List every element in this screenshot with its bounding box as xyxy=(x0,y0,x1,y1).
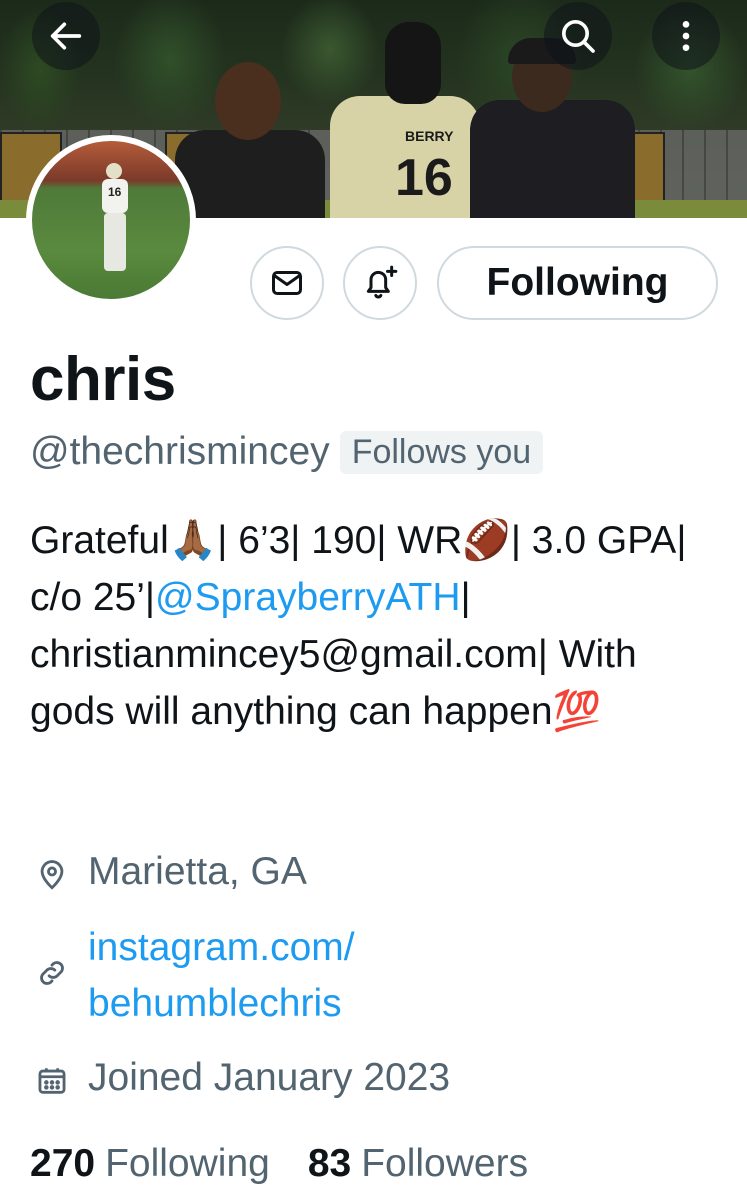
following-stat[interactable]: 270 Following xyxy=(30,1142,270,1186)
message-button[interactable] xyxy=(250,246,324,320)
website-link-line1[interactable]: instagram.com/ xyxy=(88,920,355,976)
notifications-button[interactable] xyxy=(343,246,417,320)
avatar-player-head xyxy=(106,163,122,179)
location-text: Marietta, GA xyxy=(88,850,307,893)
banner-jersey-number: 16 xyxy=(395,149,453,207)
follow-stats: 270 Following 83 Followers xyxy=(30,1142,566,1186)
follows-you-badge: Follows you xyxy=(339,430,544,474)
following-label: Following xyxy=(105,1142,270,1185)
following-count: 270 xyxy=(30,1142,96,1185)
following-button[interactable]: Following xyxy=(437,246,718,320)
followers-label: Followers xyxy=(361,1142,529,1185)
joined-text: Joined January 2023 xyxy=(88,1056,451,1099)
profile-bio: Grateful🙏🏾| 6’3| 190| WR🏈| 3.0 GPA| c/o … xyxy=(30,512,730,740)
profile-name: chris xyxy=(30,345,176,414)
banner-jersey-text: BERRY xyxy=(405,128,454,144)
back-button[interactable] xyxy=(32,2,100,70)
bell-plus-icon xyxy=(366,265,398,299)
avatar-jersey-number: 16 xyxy=(108,185,122,199)
profile-handle: @thechrismincey xyxy=(30,430,330,473)
link-icon xyxy=(30,948,74,998)
following-button-label: Following xyxy=(486,261,669,304)
more-vertical-icon xyxy=(682,21,690,51)
search-icon xyxy=(562,20,595,53)
website-link-line2[interactable]: behumblechris xyxy=(88,976,355,1032)
avatar[interactable]: 16 xyxy=(26,135,196,305)
location-pin-icon xyxy=(30,850,74,900)
website-link[interactable]: instagram.com/ behumblechris xyxy=(88,920,355,1032)
arrow-left-icon xyxy=(50,22,82,50)
joined-row: Joined January 2023 xyxy=(30,1056,450,1106)
mail-icon xyxy=(272,271,302,295)
followers-count: 83 xyxy=(307,1142,352,1185)
followers-stat[interactable]: 83 Followers xyxy=(308,1142,528,1186)
location-row: Marietta, GA xyxy=(30,850,307,900)
calendar-icon xyxy=(30,1056,74,1106)
more-button[interactable] xyxy=(652,2,720,70)
avatar-player-legs xyxy=(104,213,126,271)
website-row: instagram.com/ behumblechris xyxy=(30,920,355,1032)
search-button[interactable] xyxy=(544,2,612,70)
handle-row: @thechrismincey Follows you xyxy=(30,430,544,474)
bio-mention-link[interactable]: @SprayberryATH xyxy=(155,576,460,619)
